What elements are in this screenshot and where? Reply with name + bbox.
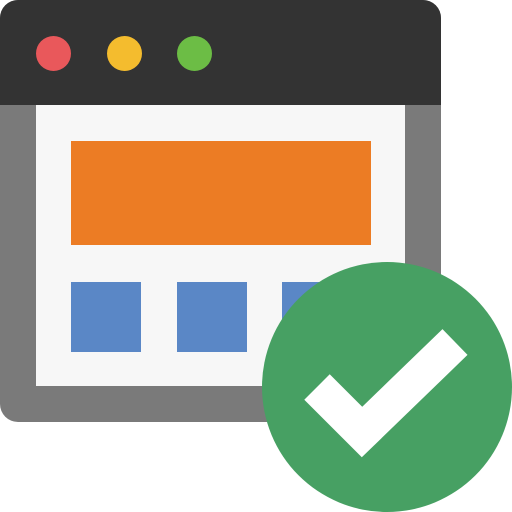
check-mark <box>304 329 468 458</box>
content-tile <box>177 282 247 352</box>
check-badge <box>262 262 512 512</box>
minimize-dot <box>107 36 142 71</box>
content-tile <box>71 282 141 352</box>
check-icon <box>304 329 468 458</box>
hero-banner-block <box>71 141 371 245</box>
app-window-check-icon <box>0 0 512 512</box>
close-dot <box>36 36 71 71</box>
window-titlebar <box>0 0 441 105</box>
maximize-dot <box>177 36 212 71</box>
